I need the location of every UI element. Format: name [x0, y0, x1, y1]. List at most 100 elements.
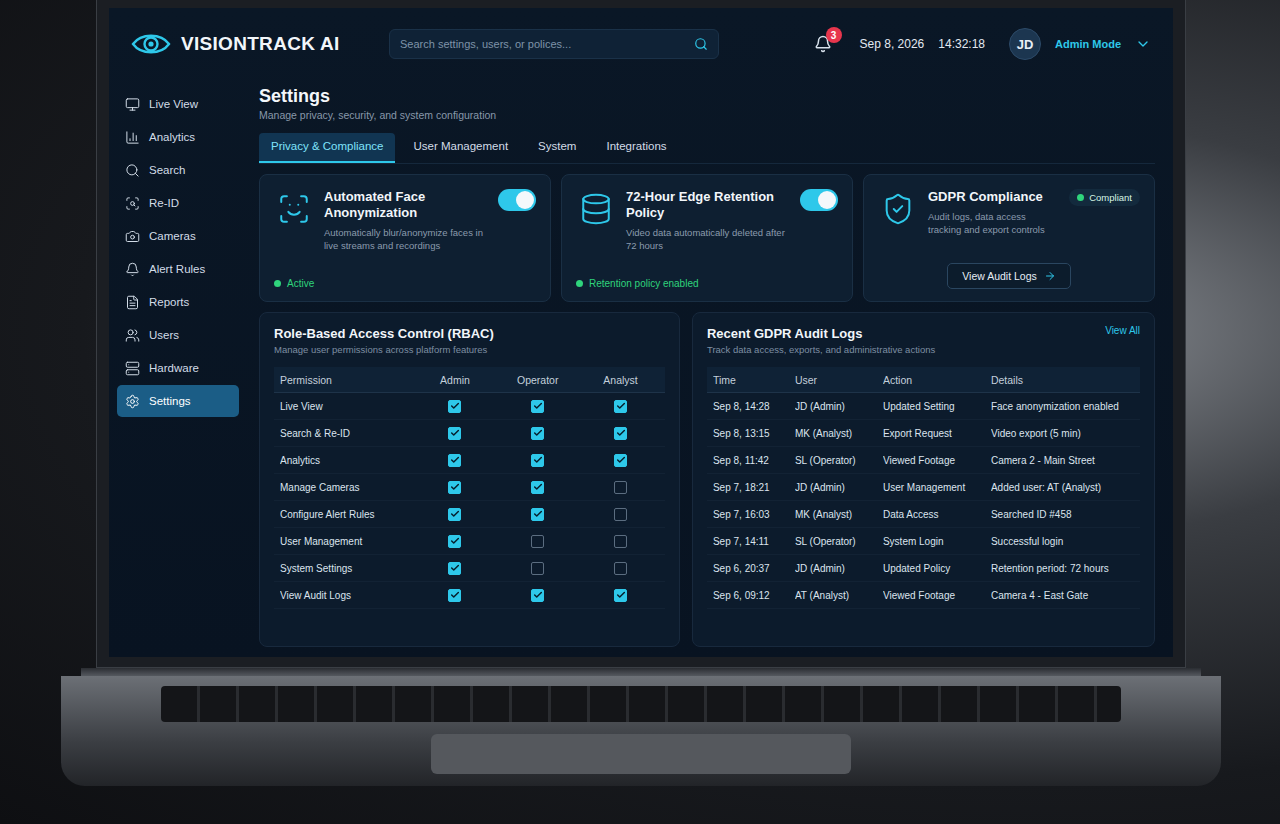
- panel-title: Role-Based Access Control (RBAC): [274, 325, 494, 343]
- tab[interactable]: System: [526, 133, 588, 163]
- checkbox[interactable]: [614, 427, 627, 440]
- checkbox[interactable]: [614, 535, 627, 548]
- toggle-switch[interactable]: [800, 189, 838, 211]
- search-field[interactable]: Search settings, users, or polices...: [389, 29, 719, 59]
- sidebar-item[interactable]: Settings: [117, 385, 239, 417]
- checkbox[interactable]: [448, 535, 461, 548]
- check-icon: [616, 401, 626, 411]
- shield-icon: [881, 192, 915, 226]
- check-cell: [582, 427, 659, 440]
- check-cell: [499, 562, 576, 575]
- check-cell: [417, 508, 494, 521]
- checkbox[interactable]: [531, 400, 544, 413]
- permission-cell: Search & Re-ID: [280, 428, 411, 439]
- details-cell: Retention period: 72 hours: [991, 563, 1134, 574]
- checkbox[interactable]: [531, 562, 544, 575]
- search-placeholder: Search settings, users, or polices...: [400, 38, 686, 50]
- time-cell: Sep 7, 18:21: [713, 482, 789, 493]
- checkbox[interactable]: [531, 427, 544, 440]
- logo-text: VISIONTRACK AI: [181, 33, 340, 55]
- checkbox[interactable]: [614, 400, 627, 413]
- details-cell: Camera 4 - East Gate: [991, 590, 1134, 601]
- action-cell: Viewed Footage: [883, 590, 985, 601]
- table-row: Manage Cameras: [274, 474, 665, 501]
- compliance-card: GDPR ComplianceAudit logs, data access t…: [863, 174, 1155, 302]
- column-header: Admin: [417, 374, 494, 386]
- checkbox[interactable]: [448, 589, 461, 602]
- status-dot: [274, 280, 281, 287]
- checkbox[interactable]: [531, 508, 544, 521]
- checkbox[interactable]: [614, 508, 627, 521]
- check-cell: [417, 562, 494, 575]
- permission-cell: Analytics: [280, 455, 411, 466]
- check-cell: [499, 589, 576, 602]
- sidebar-item[interactable]: Live View: [117, 88, 239, 120]
- checkbox[interactable]: [531, 454, 544, 467]
- checkbox[interactable]: [614, 589, 627, 602]
- checkbox[interactable]: [531, 535, 544, 548]
- setting-card: 72-Hour Edge Retention PolicyVideo data …: [561, 174, 853, 302]
- check-cell: [499, 481, 576, 494]
- table-row: Sep 7, 18:21JD (Admin)User ManagementAdd…: [707, 474, 1140, 501]
- user-mode[interactable]: Admin Mode: [1055, 38, 1121, 50]
- tab[interactable]: Privacy & Compliance: [259, 133, 395, 163]
- sidebar-item[interactable]: Analytics: [117, 121, 239, 153]
- view-audit-logs-button[interactable]: View Audit Logs: [947, 263, 1071, 289]
- checkbox[interactable]: [448, 562, 461, 575]
- check-icon: [450, 509, 460, 519]
- check-icon: [450, 482, 460, 492]
- sidebar-item[interactable]: Users: [117, 319, 239, 351]
- checkbox[interactable]: [614, 454, 627, 467]
- check-icon: [450, 590, 460, 600]
- check-icon: [450, 536, 460, 546]
- column-header: Action: [883, 374, 985, 386]
- table-header: PermissionAdminOperatorAnalyst: [274, 367, 665, 393]
- checkbox[interactable]: [614, 481, 627, 494]
- sidebar-item[interactable]: Reports: [117, 286, 239, 318]
- tab[interactable]: Integrations: [594, 133, 678, 163]
- checkbox[interactable]: [448, 481, 461, 494]
- tab[interactable]: User Management: [401, 133, 520, 163]
- check-cell: [582, 454, 659, 467]
- check-icon: [533, 509, 543, 519]
- sidebar-item[interactable]: Re-ID: [117, 187, 239, 219]
- user-avatar[interactable]: JD: [1009, 28, 1041, 60]
- table-row: Search & Re-ID: [274, 420, 665, 447]
- user-cell: AT (Analyst): [795, 590, 877, 601]
- search-icon: [694, 37, 708, 51]
- card-icon-wrap: [576, 189, 616, 229]
- screen: VISIONTRACK AI Search settings, users, or…: [109, 8, 1173, 657]
- card-icon-wrap: [274, 189, 314, 229]
- sidebar-item-icon: [125, 361, 140, 376]
- view-all-link[interactable]: View All: [1105, 325, 1140, 336]
- action-cell: Data Access: [883, 509, 985, 520]
- table-row: Sep 6, 20:37JD (Admin)Updated PolicyRete…: [707, 555, 1140, 582]
- sidebar-item[interactable]: Search: [117, 154, 239, 186]
- user-cell: JD (Admin): [795, 401, 877, 412]
- notifications[interactable]: 3: [814, 35, 832, 53]
- sidebar-item[interactable]: Alert Rules: [117, 253, 239, 285]
- eye-logo-icon: [131, 31, 171, 57]
- sidebar-item[interactable]: Cameras: [117, 220, 239, 252]
- check-icon: [533, 590, 543, 600]
- checkbox[interactable]: [614, 562, 627, 575]
- checkbox[interactable]: [531, 481, 544, 494]
- check-cell: [499, 508, 576, 521]
- card-status: Active: [274, 270, 536, 289]
- check-cell: [417, 481, 494, 494]
- toggle-switch[interactable]: [498, 189, 536, 211]
- status-dot: [576, 280, 583, 287]
- check-cell: [417, 535, 494, 548]
- checkbox[interactable]: [448, 400, 461, 413]
- sidebar-item[interactable]: Hardware: [117, 352, 239, 384]
- page-title: Settings: [259, 84, 1155, 108]
- time-cell: Sep 7, 14:11: [713, 536, 789, 547]
- chevron-down-icon[interactable]: [1135, 36, 1151, 52]
- compliant-badge: Compliant: [1069, 189, 1140, 206]
- time-cell: Sep 6, 20:37: [713, 563, 789, 574]
- permission-cell: Manage Cameras: [280, 482, 411, 493]
- checkbox[interactable]: [448, 508, 461, 521]
- checkbox[interactable]: [448, 454, 461, 467]
- checkbox[interactable]: [448, 427, 461, 440]
- checkbox[interactable]: [531, 589, 544, 602]
